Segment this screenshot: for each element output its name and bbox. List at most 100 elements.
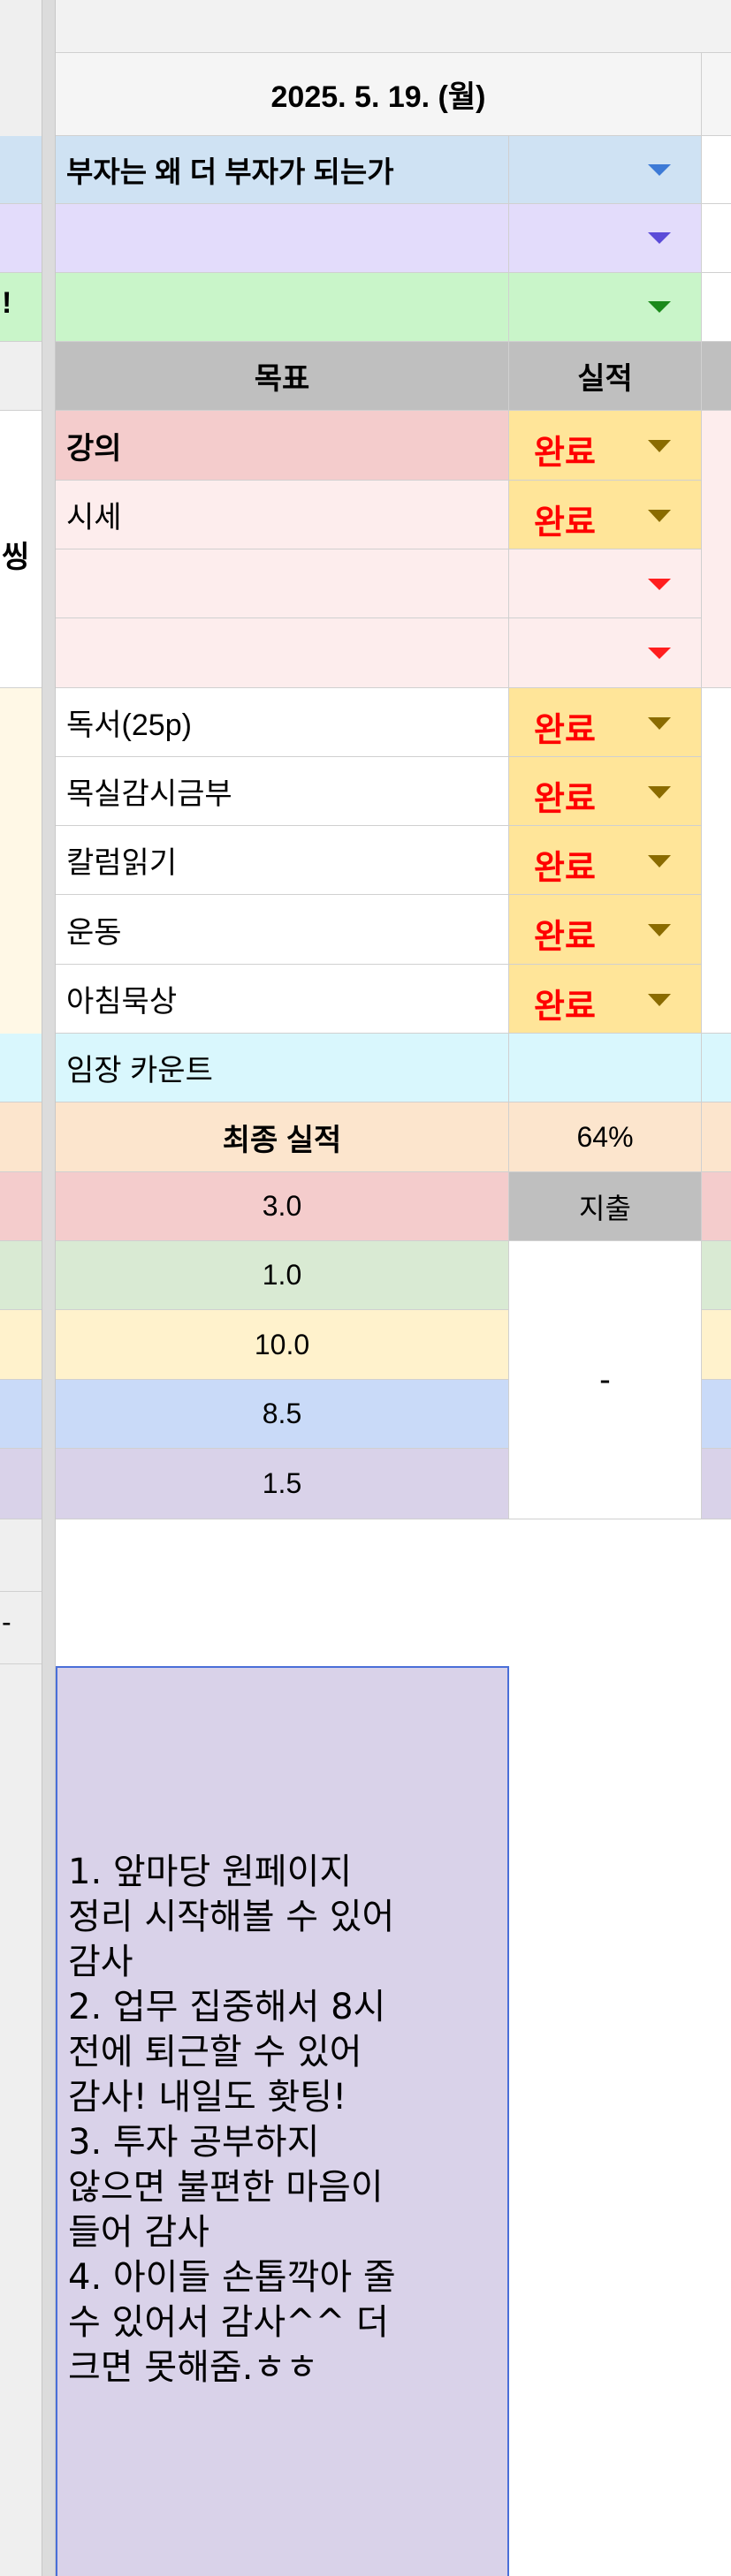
status-dropdown[interactable]: 완료 — [509, 411, 702, 481]
chevron-down-icon[interactable] — [648, 924, 671, 936]
left-partial-text-b: 씽 — [2, 541, 30, 574]
task-row-market[interactable]: 시세 — [56, 481, 509, 549]
number-cell[interactable]: 1.5 — [56, 1449, 509, 1519]
chevron-down-icon[interactable] — [648, 855, 671, 868]
gratitude-line: 수 있어서 감사^^ 더 — [68, 2302, 389, 2343]
task-row-column[interactable]: 칼럼읽기 — [56, 826, 509, 895]
final-result-text: 최종 실적 — [222, 1123, 342, 1157]
final-result-value[interactable]: 64% — [509, 1102, 702, 1172]
gratitude-line: 감사 — [68, 1942, 133, 1982]
task-row-lecture[interactable]: 강의 — [56, 411, 509, 481]
left-row-cyan — [0, 1034, 42, 1102]
task-label: 아침묵상 — [66, 985, 178, 1019]
chevron-down-icon[interactable] — [648, 648, 671, 659]
task-label: 독서(25p) — [66, 708, 192, 742]
chevron-down-icon[interactable] — [648, 301, 671, 313]
gratitude-line: 크면 못해줌.ㅎㅎ — [68, 2347, 319, 2388]
status-dropdown[interactable]: 완료 — [509, 895, 702, 965]
gratitude-journal-text: 1. 앞마당 원페이지 정리 시작해볼 수 있어 감사 2. 업무 집중해서 8… — [68, 1850, 510, 2390]
chevron-down-icon[interactable] — [648, 510, 671, 522]
number-value: 8.5 — [262, 1398, 302, 1429]
gratitude-line: 전에 퇴근할 수 있어 — [68, 2032, 362, 2072]
task-row-mokshilgam[interactable]: 목실감시금부 — [56, 757, 509, 826]
task-row-exercise[interactable]: 운동 — [56, 895, 509, 965]
task-label: 칼럼읽기 — [66, 846, 178, 880]
frozen-pane-divider[interactable] — [42, 0, 56, 2576]
status-text: 완료 — [534, 781, 596, 818]
status-dropdown[interactable] — [509, 618, 702, 688]
gratitude-line: 1. 앞마당 원페이지 — [68, 1852, 353, 1892]
chevron-down-icon[interactable] — [648, 717, 671, 730]
gratitude-line: 들어 감사 — [68, 2212, 209, 2253]
right-partial-header — [702, 53, 731, 136]
status-text: 완료 — [534, 712, 596, 749]
goal-header-text: 목표 — [254, 362, 310, 396]
status-dropdown[interactable] — [509, 549, 702, 618]
expense-value-text: - — [599, 1360, 611, 1398]
book-title-cell[interactable]: 부자는 왜 더 부자가 되는가 — [56, 136, 509, 204]
status-dropdown[interactable]: 완료 — [509, 965, 702, 1034]
purple-row-cell[interactable] — [56, 204, 509, 273]
number-cell[interactable]: 1.0 — [56, 1241, 509, 1310]
chevron-down-icon[interactable] — [648, 164, 671, 176]
number-cell[interactable]: 8.5 — [56, 1380, 509, 1449]
task-label: 강의 — [66, 431, 122, 466]
left-row-cream — [0, 688, 42, 1034]
left-row-lblue — [0, 1380, 42, 1449]
left-row-lpurple — [0, 1449, 42, 1519]
task-label: 운동 — [66, 915, 122, 950]
final-result-value-text: 64% — [576, 1120, 634, 1153]
expense-value[interactable]: - — [509, 1241, 702, 1519]
gratitude-line: 3. 투자 공부하지 — [68, 2122, 320, 2163]
result-header: 실적 — [509, 342, 702, 411]
goal-header: 목표 — [56, 342, 509, 411]
imjang-count-label[interactable]: 임장 카운트 — [56, 1034, 509, 1102]
task-row-empty-1[interactable] — [56, 549, 509, 618]
gratitude-line: 4. 아이들 손톱깍아 줄 — [68, 2257, 396, 2298]
gratitude-line: 않으면 불편한 마음이 — [68, 2167, 384, 2208]
green-row-cell[interactable] — [56, 273, 509, 342]
right-partial-column — [702, 136, 731, 1519]
chevron-down-icon[interactable] — [648, 786, 671, 799]
book-title-dropdown[interactable] — [509, 136, 702, 204]
number-value: 3.0 — [262, 1190, 302, 1222]
left-partial-text-c: - — [2, 1606, 11, 1638]
green-row-dropdown[interactable] — [509, 273, 702, 342]
status-dropdown[interactable]: 완료 — [509, 826, 702, 895]
purple-row-dropdown[interactable] — [509, 204, 702, 273]
gratitude-line: 정리 시작해볼 수 있어 — [68, 1897, 395, 1937]
left-row-blue — [0, 136, 42, 204]
task-row-empty-2[interactable] — [56, 618, 509, 688]
chevron-down-icon[interactable] — [648, 579, 671, 590]
gratitude-line: 2. 업무 집중해서 8시 — [68, 1987, 386, 2027]
chevron-down-icon[interactable] — [648, 440, 671, 452]
number-cell[interactable]: 3.0 — [56, 1172, 509, 1241]
imjang-count-text: 임장 카운트 — [66, 1054, 213, 1087]
chevron-down-icon[interactable] — [648, 994, 671, 1006]
task-row-reading[interactable]: 독서(25p) — [56, 688, 509, 757]
chevron-down-icon[interactable] — [648, 232, 671, 244]
left-row-lyellow — [0, 1310, 42, 1380]
status-dropdown[interactable]: 완료 — [509, 688, 702, 757]
top-blank-area — [56, 0, 731, 53]
task-label: 목실감시금부 — [66, 777, 232, 811]
final-result-label: 최종 실적 — [56, 1102, 509, 1172]
expense-label: 지출 — [509, 1172, 702, 1241]
status-text: 완료 — [534, 850, 596, 887]
status-dropdown[interactable]: 완료 — [509, 757, 702, 826]
gratitude-journal-cell[interactable]: 1. 앞마당 원페이지 정리 시작해볼 수 있어 감사 2. 업무 집중해서 8… — [56, 1666, 509, 2576]
left-row-peach — [0, 1102, 42, 1172]
status-text: 완료 — [534, 504, 596, 542]
number-cell[interactable]: 10.0 — [56, 1310, 509, 1380]
date-header[interactable]: 2025. 5. 19. (월) — [56, 53, 702, 136]
result-header-text: 실적 — [577, 362, 633, 396]
task-row-meditation[interactable]: 아침묵상 — [56, 965, 509, 1034]
status-text: 완료 — [534, 435, 596, 472]
left-partial-text-a: ! — [2, 286, 12, 320]
status-dropdown[interactable]: 완료 — [509, 481, 702, 549]
task-label: 시세 — [66, 501, 122, 534]
status-text: 완료 — [534, 989, 596, 1026]
imjang-count-value[interactable] — [509, 1034, 702, 1102]
left-row-pink — [0, 1172, 42, 1241]
number-value: 10.0 — [254, 1328, 310, 1360]
